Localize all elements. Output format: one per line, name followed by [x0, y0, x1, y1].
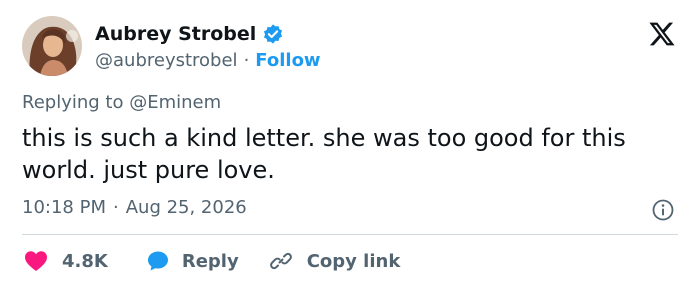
reply-label: Reply — [181, 250, 239, 272]
reply-button[interactable]: Reply — [146, 249, 239, 273]
tweet-actions: 4.8K Reply Copy link — [22, 246, 400, 276]
author-name-row: Aubrey Strobel — [95, 22, 284, 46]
link-icon — [269, 249, 293, 273]
replying-to-prefix: Replying to — [22, 92, 124, 113]
author-display-name[interactable]: Aubrey Strobel — [95, 23, 256, 45]
tweet-date: Aug 25, 2026 — [125, 197, 247, 218]
handle-separator: · — [243, 49, 250, 71]
tweet-timestamp[interactable]: 10:18 PM · Aug 25, 2026 — [22, 197, 247, 218]
tweet-text: this is such a kind letter. she was too … — [22, 124, 626, 184]
tweet-time: 10:18 PM — [22, 197, 106, 218]
copy-link-label: Copy link — [306, 250, 401, 272]
avatar[interactable] — [22, 16, 82, 76]
like-button[interactable]: 4.8K — [24, 250, 108, 272]
speech-bubble-icon — [146, 249, 170, 273]
verified-badge-icon — [262, 23, 284, 45]
info-icon[interactable] — [651, 198, 675, 222]
author-handle[interactable]: @aubreystrobel — [95, 50, 238, 71]
replying-to: Replying to @Eminem — [22, 92, 221, 113]
author-handle-row: @aubreystrobel · Follow — [95, 48, 321, 72]
copy-link-button[interactable]: Copy link — [269, 249, 401, 273]
follow-button[interactable]: Follow — [255, 50, 320, 71]
timestamp-separator: · — [112, 197, 119, 218]
heart-icon — [24, 250, 48, 272]
replying-to-mention[interactable]: @Eminem — [129, 92, 221, 113]
tweet-card: Aubrey Strobel @aubreystrobel · Follow R… — [0, 0, 700, 287]
x-logo-icon[interactable] — [648, 20, 676, 48]
like-count: 4.8K — [62, 250, 108, 272]
divider — [22, 234, 678, 235]
